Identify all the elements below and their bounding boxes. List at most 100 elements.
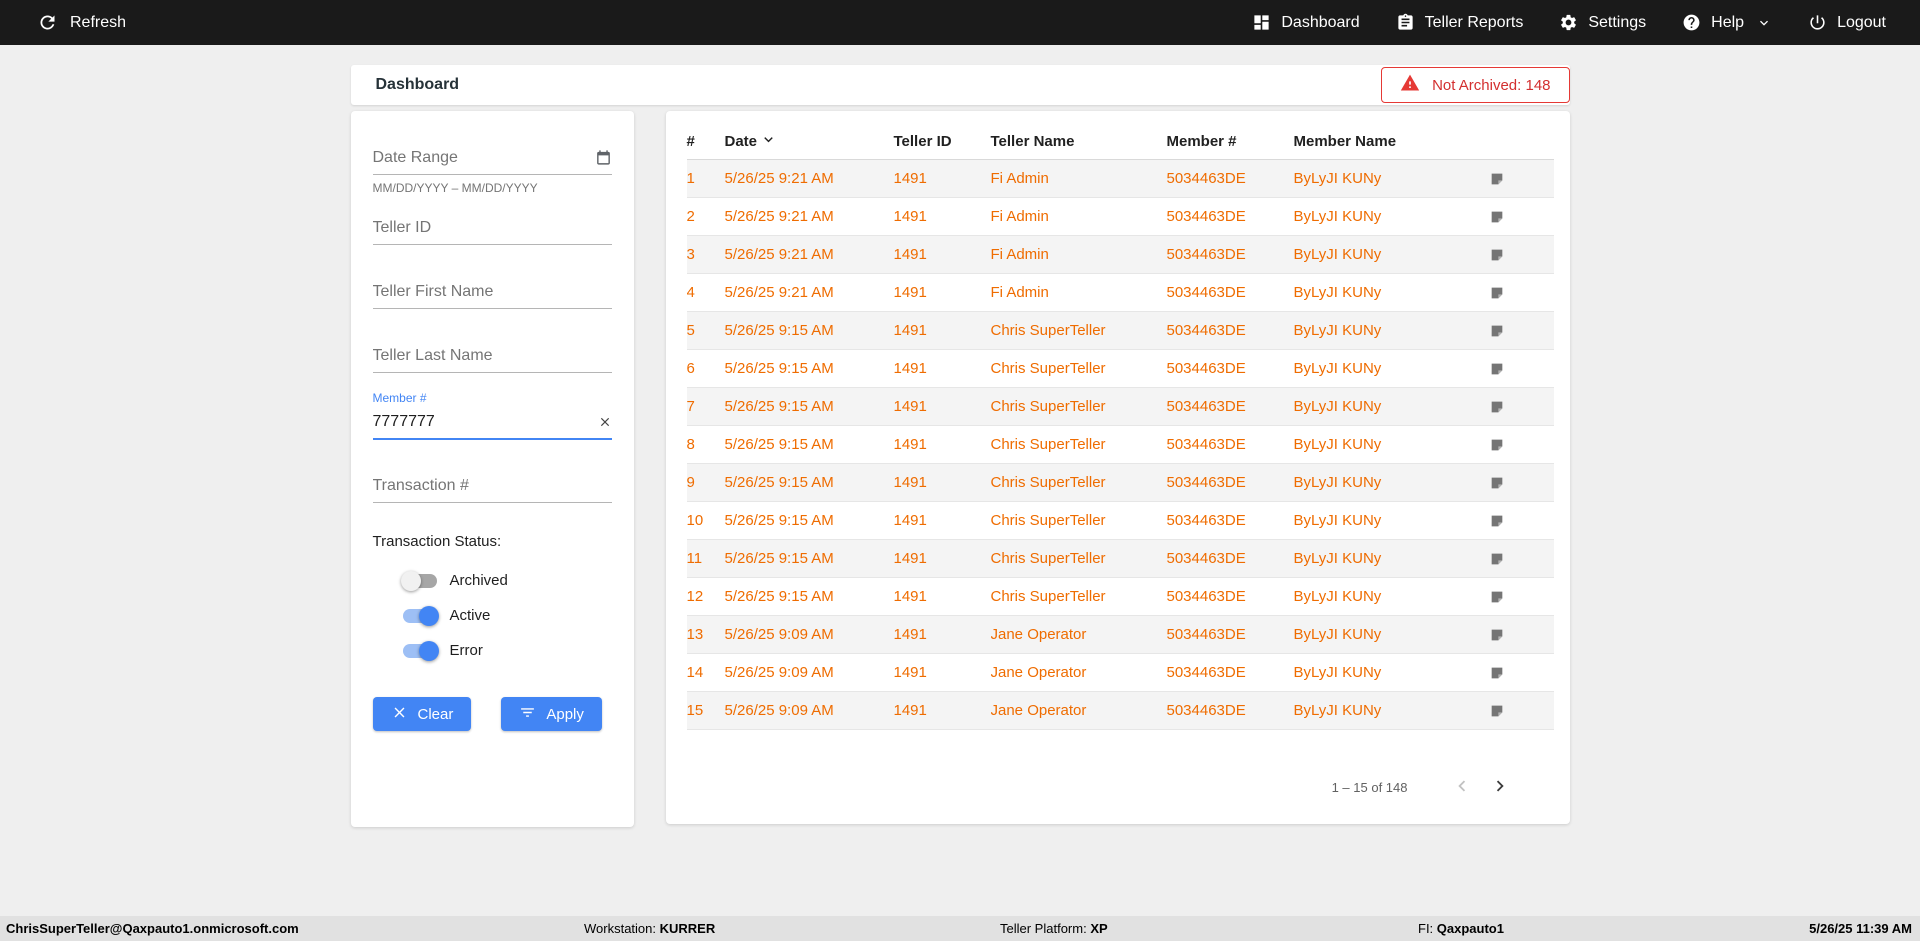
dashboard-icon	[1252, 13, 1271, 32]
note-icon[interactable]	[1489, 627, 1505, 643]
apply-button-label: Apply	[546, 705, 584, 723]
note-icon[interactable]	[1489, 703, 1505, 719]
note-icon[interactable]	[1489, 399, 1505, 415]
nav-teller-reports[interactable]: Teller Reports	[1396, 13, 1523, 32]
toggle-switch[interactable]	[402, 640, 439, 661]
table-row[interactable]: 3 5/26/25 9:21 AM 1491 Fi Admin 5034463D…	[686, 235, 1554, 273]
table-row[interactable]: 14 5/26/25 9:09 AM 1491 Jane Operator 50…	[686, 653, 1554, 691]
warning-icon	[1400, 73, 1420, 97]
chevron-right-icon	[1489, 775, 1511, 800]
row-member-name: ByLyJI KUNy	[1293, 625, 1382, 643]
table-row[interactable]: 9 5/26/25 9:15 AM 1491 Chris SuperTeller…	[686, 463, 1554, 501]
note-icon[interactable]	[1489, 209, 1505, 225]
note-icon[interactable]	[1489, 247, 1505, 263]
table-row[interactable]: 5 5/26/25 9:15 AM 1491 Chris SuperTeller…	[686, 311, 1554, 349]
current-datetime: 5/26/25 11:39 AM	[1809, 921, 1912, 936]
next-page-button[interactable]	[1486, 773, 1514, 801]
member-number-field: Member #	[372, 391, 612, 440]
row-teller-id: 1491	[893, 283, 927, 301]
table-row[interactable]: 8 5/26/25 9:15 AM 1491 Chris SuperTeller…	[686, 425, 1554, 463]
note-icon[interactable]	[1489, 551, 1505, 567]
note-icon[interactable]	[1489, 361, 1505, 377]
table-row[interactable]: 7 5/26/25 9:15 AM 1491 Chris SuperTeller…	[686, 387, 1554, 425]
toggle-error[interactable]: Error	[402, 638, 612, 663]
nav-help[interactable]: Help	[1682, 13, 1772, 32]
row-number: 14	[686, 663, 704, 681]
row-member-name: ByLyJI KUNy	[1293, 587, 1382, 605]
table-row[interactable]: 12 5/26/25 9:15 AM 1491 Chris SuperTelle…	[686, 577, 1554, 615]
row-member-name: ByLyJI KUNy	[1293, 207, 1382, 225]
row-member-number: 5034463DE	[1166, 283, 1246, 301]
row-member-number: 5034463DE	[1166, 435, 1246, 453]
apply-button[interactable]: Apply	[501, 697, 602, 731]
filter-icon	[519, 704, 536, 725]
row-number: 3	[686, 245, 695, 263]
not-archived-label: Not Archived: 148	[1432, 76, 1551, 94]
row-teller-id: 1491	[893, 397, 927, 415]
row-date: 5/26/25 9:09 AM	[724, 701, 834, 719]
row-date: 5/26/25 9:09 AM	[724, 663, 834, 681]
toggle-archived[interactable]: Archived	[400, 568, 612, 593]
date-format-hint: MM/DD/YYYY – MM/DD/YYYY	[372, 181, 538, 195]
row-date: 5/26/25 9:09 AM	[724, 625, 834, 643]
main-content: Dashboard Not Archived: 148 MM/DD/YYYY –…	[350, 65, 1570, 827]
column-header-teller-name: Teller Name	[990, 125, 1167, 160]
power-icon	[1808, 13, 1827, 32]
table-row[interactable]: 11 5/26/25 9:15 AM 1491 Chris SuperTelle…	[686, 539, 1554, 577]
clear-button[interactable]: Clear	[372, 697, 472, 731]
row-member-name: ByLyJI KUNy	[1293, 283, 1382, 301]
row-member-number: 5034463DE	[1166, 473, 1246, 491]
table-row[interactable]: 1 5/26/25 9:21 AM 1491 Fi Admin 5034463D…	[686, 159, 1554, 197]
row-number: 2	[686, 207, 695, 225]
calendar-icon[interactable]	[595, 149, 612, 166]
row-number: 10	[686, 511, 704, 529]
table-row[interactable]: 2 5/26/25 9:21 AM 1491 Fi Admin 5034463D…	[686, 197, 1554, 235]
toggle-switch[interactable]	[400, 570, 437, 591]
column-header-date[interactable]: Date	[724, 125, 894, 160]
table-row[interactable]: 6 5/26/25 9:15 AM 1491 Chris SuperTeller…	[686, 349, 1554, 387]
toggle-active[interactable]: Active	[402, 603, 612, 628]
row-number: 7	[686, 397, 695, 415]
toggle-switch[interactable]	[402, 605, 439, 626]
row-teller-name: Chris SuperTeller	[990, 549, 1106, 567]
teller-id-input[interactable]	[372, 218, 612, 237]
refresh-icon	[37, 12, 58, 33]
row-member-number: 5034463DE	[1166, 625, 1246, 643]
note-icon[interactable]	[1489, 323, 1505, 339]
page-range-label: 1 – 15 of 148	[1331, 779, 1408, 795]
table-row[interactable]: 13 5/26/25 9:09 AM 1491 Jane Operator 50…	[686, 615, 1554, 653]
teller-id-field	[372, 211, 612, 245]
previous-page-button[interactable]	[1448, 773, 1476, 801]
nav-settings[interactable]: Settings	[1559, 13, 1646, 32]
row-member-number: 5034463DE	[1166, 701, 1246, 719]
date-range-input[interactable]	[372, 148, 595, 167]
member-number-input[interactable]	[372, 413, 598, 431]
teller-last-name-input[interactable]	[372, 346, 612, 365]
teller-first-name-input[interactable]	[372, 282, 612, 301]
page-title: Dashboard	[375, 76, 460, 93]
note-icon[interactable]	[1489, 437, 1505, 453]
note-icon[interactable]	[1489, 475, 1505, 491]
note-icon[interactable]	[1489, 589, 1505, 605]
row-teller-name: Jane Operator	[990, 701, 1087, 719]
note-icon[interactable]	[1489, 513, 1505, 529]
note-icon[interactable]	[1489, 171, 1505, 187]
nav-dashboard[interactable]: Dashboard	[1252, 13, 1360, 32]
note-icon[interactable]	[1489, 285, 1505, 301]
clear-field-icon[interactable]	[598, 415, 612, 429]
help-icon	[1682, 13, 1701, 32]
refresh-button[interactable]: Refresh	[37, 12, 126, 33]
row-member-name: ByLyJI KUNy	[1293, 663, 1382, 681]
row-member-name: ByLyJI KUNy	[1293, 169, 1382, 187]
top-bar: Refresh Dashboard Teller Reports Setting…	[0, 0, 1920, 45]
row-member-name: ByLyJI KUNy	[1293, 473, 1382, 491]
row-number: 15	[686, 701, 704, 719]
transaction-number-input[interactable]	[372, 476, 612, 495]
row-teller-name: Fi Admin	[990, 169, 1049, 187]
table-row[interactable]: 4 5/26/25 9:21 AM 1491 Fi Admin 5034463D…	[686, 273, 1554, 311]
note-icon[interactable]	[1489, 665, 1505, 681]
table-row[interactable]: 15 5/26/25 9:09 AM 1491 Jane Operator 50…	[686, 691, 1554, 729]
table-row[interactable]: 10 5/26/25 9:15 AM 1491 Chris SuperTelle…	[686, 501, 1554, 539]
transaction-number-field	[372, 469, 612, 503]
nav-logout[interactable]: Logout	[1808, 13, 1886, 32]
